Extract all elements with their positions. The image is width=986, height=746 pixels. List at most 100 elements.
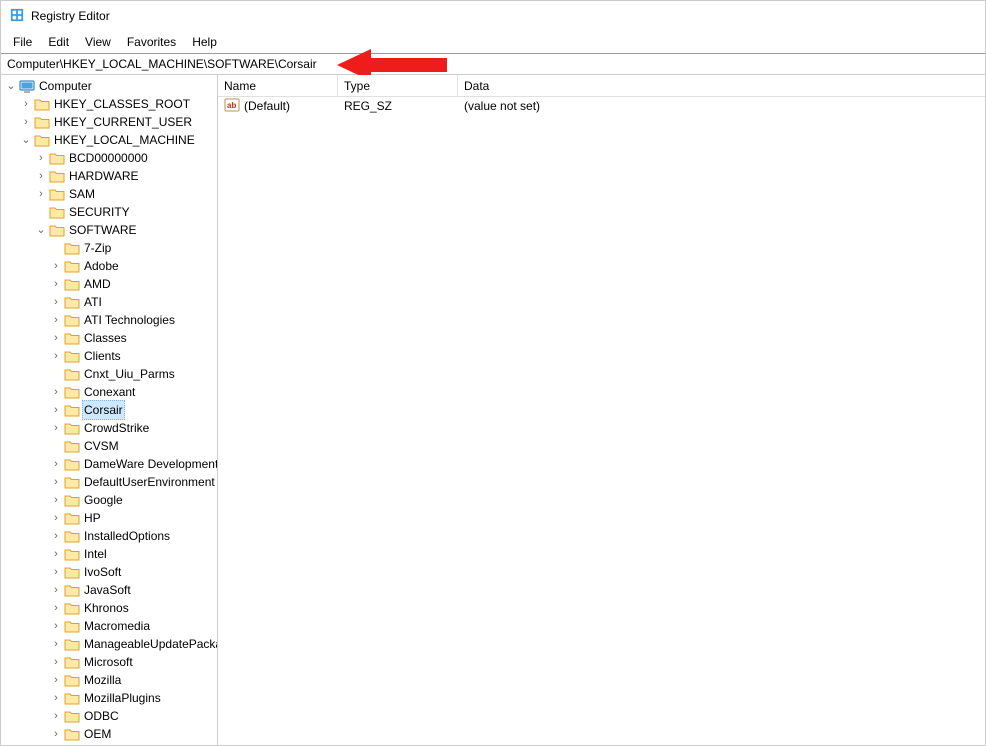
folder-icon <box>64 438 80 454</box>
tree-key-defaultuserenvironment[interactable]: ›DefaultUserEnvironment <box>1 473 218 491</box>
tree-toggle[interactable]: › <box>50 275 62 293</box>
menu-help[interactable]: Help <box>184 33 225 51</box>
tree-toggle[interactable]: › <box>50 509 62 527</box>
tree-toggle[interactable]: › <box>50 653 62 671</box>
tree-toggle[interactable]: › <box>50 311 62 329</box>
list-pane[interactable]: Name Type Data (Default)REG_SZ(value not… <box>218 75 985 745</box>
tree-key-cvsm[interactable]: CVSM <box>1 437 218 455</box>
tree-toggle[interactable]: › <box>50 383 62 401</box>
tree-toggle[interactable]: › <box>50 599 62 617</box>
tree-toggle[interactable]: › <box>50 473 62 491</box>
tree-key-software[interactable]: ⌄SOFTWARE <box>1 221 218 239</box>
tree-key-google[interactable]: ›Google <box>1 491 218 509</box>
tree-key-javasoft[interactable]: ›JavaSoft <box>1 581 218 599</box>
tree-key-sam[interactable]: ›SAM <box>1 185 218 203</box>
menu-view[interactable]: View <box>77 33 119 51</box>
list-row[interactable]: (Default)REG_SZ(value not set) <box>218 97 985 115</box>
tree-key-conexant[interactable]: ›Conexant <box>1 383 218 401</box>
string-icon <box>224 97 240 116</box>
tree-key-microsoft[interactable]: › Microsoft <box>1 653 218 671</box>
tree-key-hp[interactable]: ›HP <box>1 509 218 527</box>
menu-file[interactable]: File <box>5 33 40 51</box>
tree-label: Macromedia <box>82 617 152 635</box>
tree-key-manageableupdatepackage[interactable]: ›ManageableUpdatePackage <box>1 635 218 653</box>
tree-key-intel[interactable]: ›Intel <box>1 545 218 563</box>
folder-icon <box>64 636 80 652</box>
tree-hive-hkey-classes-root[interactable]: ›HKEY_CLASSES_ROOT <box>1 95 218 113</box>
folder-icon <box>64 672 80 688</box>
tree-key-clients[interactable]: ›Clients <box>1 347 218 365</box>
tree-toggle[interactable]: › <box>50 635 62 653</box>
menu-favorites[interactable]: Favorites <box>119 33 184 51</box>
tree-toggle[interactable]: › <box>50 671 62 689</box>
tree-key-classes[interactable]: ›Classes <box>1 329 218 347</box>
column-type[interactable]: Type <box>338 75 458 96</box>
folder-icon <box>64 420 80 436</box>
tree-label: MozillaPlugins <box>82 689 163 707</box>
tree-pane[interactable]: ⌄Computer›HKEY_CLASSES_ROOT›HKEY_CURRENT… <box>1 75 218 745</box>
list-header: Name Type Data <box>218 75 985 97</box>
tree-hive-hkey-local-machine[interactable]: ⌄HKEY_LOCAL_MACHINE <box>1 131 218 149</box>
tree-label: BCD00000000 <box>67 149 150 167</box>
folder-icon <box>49 204 65 220</box>
tree-key-khronos[interactable]: ›Khronos <box>1 599 218 617</box>
tree-toggle[interactable]: › <box>50 419 62 437</box>
tree-toggle[interactable]: › <box>50 455 62 473</box>
tree-toggle[interactable]: › <box>50 563 62 581</box>
tree-key-mozillaplugins[interactable]: › MozillaPlugins <box>1 689 218 707</box>
tree-toggle[interactable]: ⌄ <box>5 77 17 95</box>
window-title: Registry Editor <box>31 9 110 23</box>
tree-toggle[interactable]: › <box>50 491 62 509</box>
tree-hive-hkey-current-user[interactable]: ›HKEY_CURRENT_USER <box>1 113 218 131</box>
menu-edit[interactable]: Edit <box>40 33 77 51</box>
titlebar: Registry Editor <box>1 1 985 31</box>
tree-key-bcd00000000[interactable]: › BCD00000000 <box>1 149 218 167</box>
tree-key-odbc[interactable]: ›ODBC <box>1 707 218 725</box>
tree-toggle[interactable]: › <box>50 581 62 599</box>
tree-label: Adobe <box>82 257 121 275</box>
tree-toggle[interactable]: › <box>50 545 62 563</box>
tree-key-adobe[interactable]: › Adobe <box>1 257 218 275</box>
tree-key-corsair[interactable]: ›Corsair <box>1 401 218 419</box>
folder-icon <box>49 186 65 202</box>
tree-toggle[interactable]: › <box>35 149 47 167</box>
tree-toggle[interactable]: › <box>50 257 62 275</box>
tree-toggle[interactable]: › <box>20 113 32 131</box>
tree-toggle[interactable]: › <box>35 167 47 185</box>
tree-toggle[interactable]: › <box>50 617 62 635</box>
tree-toggle[interactable]: ⌄ <box>35 221 47 239</box>
column-data[interactable]: Data <box>458 75 985 96</box>
tree-key-ivosoft[interactable]: ›IvoSoft <box>1 563 218 581</box>
folder-icon <box>49 168 65 184</box>
tree-key-hardware[interactable]: ›HARDWARE <box>1 167 218 185</box>
tree-key-oem[interactable]: ›OEM <box>1 725 218 743</box>
tree-key-macromedia[interactable]: › Macromedia <box>1 617 218 635</box>
tree-key-7-zip[interactable]: 7-Zip <box>1 239 218 257</box>
tree-toggle[interactable]: › <box>50 689 62 707</box>
tree-key-dameware-development[interactable]: ›DameWare Development <box>1 455 218 473</box>
tree-toggle[interactable]: › <box>20 95 32 113</box>
tree-label: Microsoft <box>82 653 135 671</box>
tree-toggle[interactable]: › <box>50 725 62 743</box>
tree-key-amd[interactable]: ›AMD <box>1 275 218 293</box>
folder-icon <box>64 690 80 706</box>
tree-toggle[interactable]: › <box>50 329 62 347</box>
tree-toggle[interactable]: › <box>35 185 47 203</box>
tree-toggle[interactable]: › <box>50 401 62 419</box>
tree-root-computer[interactable]: ⌄Computer <box>1 77 218 95</box>
column-name[interactable]: Name <box>218 75 338 96</box>
tree-toggle[interactable]: › <box>50 293 62 311</box>
address-input[interactable] <box>1 55 985 73</box>
tree-toggle[interactable]: ⌄ <box>20 131 32 149</box>
tree-key-cnxt-uiu-parms[interactable]: Cnxt_Uiu_Parms <box>1 365 218 383</box>
tree-toggle[interactable]: › <box>50 527 62 545</box>
tree-key-crowdstrike[interactable]: ›CrowdStrike <box>1 419 218 437</box>
tree-key-mozilla[interactable]: ›Mozilla <box>1 671 218 689</box>
tree-key-ati[interactable]: ›ATI <box>1 293 218 311</box>
tree-key-ati-technologies[interactable]: ›ATI Technologies <box>1 311 218 329</box>
tree-key-security[interactable]: SECURITY <box>1 203 218 221</box>
tree-toggle[interactable]: › <box>50 347 62 365</box>
tree-key-installedoptions[interactable]: ›InstalledOptions <box>1 527 218 545</box>
tree-toggle[interactable]: › <box>50 707 62 725</box>
value-type: REG_SZ <box>344 99 392 113</box>
